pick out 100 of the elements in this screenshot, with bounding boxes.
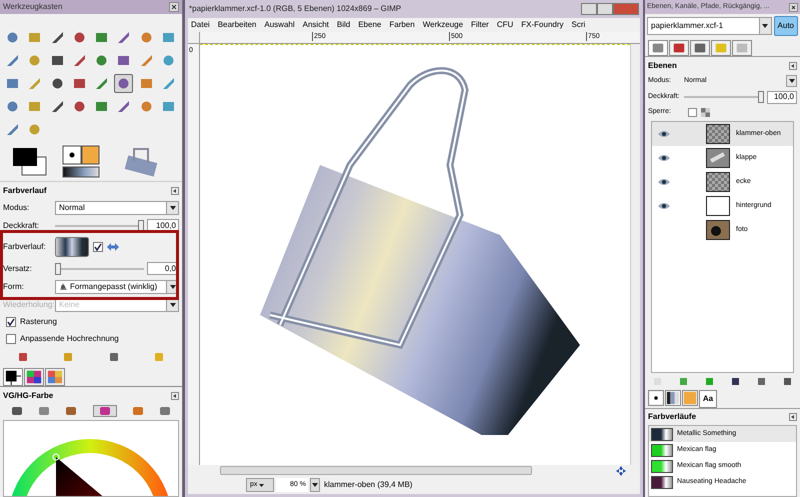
clip-thumbnail-icon bbox=[124, 147, 160, 177]
menu-item[interactable]: FX-Foundry bbox=[521, 19, 564, 31]
caret-icon bbox=[170, 284, 176, 288]
gradients-tab[interactable] bbox=[665, 390, 681, 406]
slider-handle[interactable] bbox=[138, 220, 144, 232]
tool-icon bbox=[117, 77, 130, 90]
section-title: Farbverläufe bbox=[648, 411, 696, 423]
fonts-tab[interactable]: Aa bbox=[699, 390, 717, 408]
tool-icon bbox=[28, 31, 42, 44]
field-label: Versatz: bbox=[3, 262, 33, 274]
menu-item[interactable]: Werkzeuge bbox=[422, 19, 464, 31]
tool-icon bbox=[140, 31, 152, 44]
tool-button[interactable] bbox=[114, 74, 134, 93]
tab-menu-icon[interactable] bbox=[171, 187, 179, 195]
tool-icon bbox=[50, 31, 64, 44]
slider-track[interactable] bbox=[55, 262, 144, 274]
tab-menu-icon[interactable] bbox=[789, 62, 797, 70]
checkbox[interactable] bbox=[6, 334, 16, 344]
tool-icon bbox=[162, 31, 175, 44]
checkbox[interactable] bbox=[6, 317, 16, 327]
tool-icon bbox=[28, 77, 42, 90]
tool-icon bbox=[117, 54, 130, 67]
color-selector-icon[interactable] bbox=[65, 406, 78, 416]
tab-menu-icon[interactable] bbox=[171, 392, 179, 400]
menu-item[interactable]: Ansicht bbox=[302, 19, 329, 31]
move-icon[interactable] bbox=[616, 466, 626, 476]
layers-tab[interactable] bbox=[648, 40, 668, 56]
eye-icon[interactable] bbox=[658, 202, 670, 210]
slider-track[interactable] bbox=[55, 220, 144, 232]
caret-icon bbox=[312, 483, 318, 487]
canvas[interactable] bbox=[200, 44, 630, 465]
tool-icon bbox=[6, 54, 19, 67]
caret-icon bbox=[170, 206, 176, 210]
number-field[interactable]: 100,0 bbox=[767, 90, 797, 104]
menu-item[interactable]: Datei bbox=[191, 19, 210, 31]
tool-icon bbox=[117, 100, 130, 113]
layer-thumbnail bbox=[706, 124, 730, 144]
color-selector-icon[interactable] bbox=[132, 406, 144, 416]
color-selector-icon[interactable] bbox=[10, 406, 23, 416]
menu-item[interactable]: Ebene bbox=[358, 19, 382, 31]
fg-bg-color-tab[interactable] bbox=[3, 368, 23, 386]
menu-item[interactable]: CFU bbox=[496, 19, 514, 31]
tool-icon bbox=[28, 123, 42, 136]
close-button[interactable] bbox=[169, 2, 179, 12]
color-swatches-icon[interactable] bbox=[12, 147, 48, 177]
menu-item[interactable]: Auswahl bbox=[264, 19, 295, 31]
menu-item[interactable]: Filter bbox=[471, 19, 489, 31]
tool-icon bbox=[50, 100, 64, 113]
eye-icon[interactable] bbox=[658, 178, 670, 186]
eye-icon[interactable] bbox=[658, 130, 670, 138]
double-arrow-icon[interactable] bbox=[107, 243, 119, 251]
checkbox-label: Anpassende Hochrechnung bbox=[20, 333, 119, 345]
tool-icon bbox=[140, 100, 152, 113]
checkbox-label: Rasterung bbox=[20, 316, 57, 328]
paths-tab[interactable] bbox=[690, 40, 710, 56]
dropdown[interactable]: Formangepasst (winklig) bbox=[55, 280, 179, 294]
tool-icon bbox=[162, 54, 175, 67]
slider-handle[interactable] bbox=[758, 91, 764, 103]
swatches-tab[interactable] bbox=[45, 368, 65, 386]
brush-pattern-gradient-icon[interactable] bbox=[62, 145, 100, 179]
tool-icon bbox=[28, 100, 42, 113]
checker-icon bbox=[701, 108, 710, 117]
eye-icon[interactable] bbox=[658, 154, 670, 162]
tab-menu-icon[interactable] bbox=[789, 413, 797, 421]
slider-handle[interactable] bbox=[55, 262, 61, 274]
menu-item[interactable]: Bild bbox=[336, 19, 350, 31]
slider-track[interactable] bbox=[684, 91, 764, 103]
color-selector-icon[interactable] bbox=[92, 405, 117, 417]
section-title: VG/HG-Farbe bbox=[3, 390, 54, 402]
checkbox[interactable] bbox=[93, 242, 103, 252]
tool-icon bbox=[6, 31, 19, 44]
menu-item[interactable]: Bearbeiten bbox=[218, 19, 256, 31]
auto-button[interactable]: Auto bbox=[774, 16, 798, 36]
brushes-tab[interactable] bbox=[648, 390, 664, 406]
menu-item[interactable]: Farben bbox=[389, 19, 415, 31]
field-label: Form: bbox=[3, 280, 25, 292]
tool-icon bbox=[95, 100, 108, 113]
dropdown-button[interactable] bbox=[310, 478, 320, 492]
section-title: Ebenen bbox=[648, 60, 677, 72]
window-title: *papierklammer.xcf-1.0 (RGB, 5 Ebenen) 1024x869 – GIMP bbox=[189, 3, 402, 15]
horizontal-scrollbar[interactable] bbox=[220, 466, 532, 475]
color-selector-icon[interactable] bbox=[38, 406, 50, 416]
close-button[interactable] bbox=[789, 2, 798, 12]
document-tab[interactable] bbox=[732, 40, 752, 56]
minimize-button[interactable] bbox=[581, 3, 597, 15]
channels-tab[interactable] bbox=[669, 40, 689, 56]
dropdown[interactable]: Normal bbox=[55, 200, 179, 214]
color-selector-icon[interactable] bbox=[159, 406, 172, 416]
palette-tab[interactable] bbox=[24, 368, 44, 386]
tool-icon bbox=[95, 77, 108, 90]
field-label: Deckkraft: bbox=[3, 220, 40, 232]
image-dropdown[interactable]: papierklammer.xcf-1 bbox=[647, 17, 772, 35]
gradient-preview[interactable] bbox=[55, 237, 89, 257]
menu-item[interactable]: Scri bbox=[572, 19, 586, 31]
lock-checkbox[interactable] bbox=[688, 108, 697, 117]
number-field[interactable]: 0,0 bbox=[147, 262, 179, 275]
undo-tab[interactable] bbox=[711, 40, 731, 56]
tool-icon bbox=[50, 77, 64, 90]
layer-thumbnail bbox=[706, 172, 730, 192]
maximize-button[interactable] bbox=[597, 3, 613, 15]
